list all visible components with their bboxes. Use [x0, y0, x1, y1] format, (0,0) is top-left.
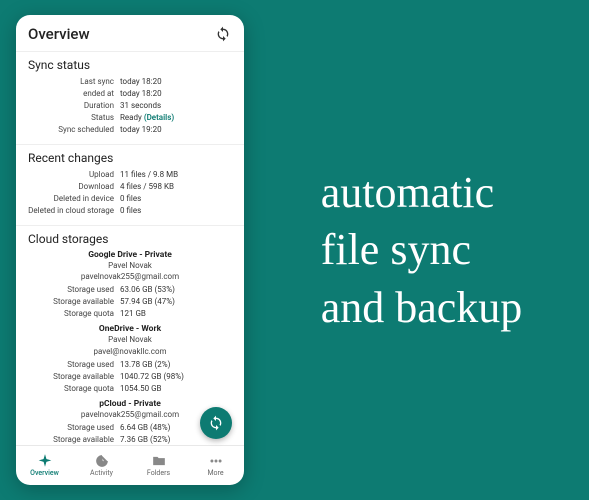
value-deleted-device: 0 files — [120, 193, 232, 205]
value-last-sync: today 18:20 — [120, 76, 232, 88]
bottom-nav: Overview Activity Folders More — [16, 445, 244, 485]
details-link[interactable]: (Details) — [144, 113, 174, 122]
label-deleted-device: Deleted in device — [28, 193, 120, 205]
value-storage-used: 63.06 GB (53%) — [120, 284, 232, 296]
row-upload: Upload 11 files / 9.8 MB — [28, 169, 232, 181]
nav-folders-label: Folders — [147, 469, 170, 477]
page-title: Overview — [28, 25, 90, 43]
label-storage-quota: Storage quota — [28, 308, 120, 320]
label-storage-quota: Storage quota — [28, 383, 120, 395]
section-title-sync-status: Sync status — [28, 58, 232, 72]
cloud-account-email: pavel@novakllc.com — [28, 346, 232, 357]
section-recent-changes: Recent changes Upload 11 files / 9.8 MB … — [16, 145, 244, 226]
section-title-recent-changes: Recent changes — [28, 151, 232, 165]
marketing-line-2: file sync — [321, 221, 523, 278]
marketing-line-1: automatic — [321, 164, 523, 221]
row-download: Download 4 files / 598 KB — [28, 181, 232, 193]
row-storage-available: Storage available7.36 GB (52%) — [28, 434, 232, 445]
cloud-account-email: pavelnovak255@gmail.com — [28, 271, 232, 282]
row-storage-available: Storage available1040.72 GB (98%) — [28, 371, 232, 383]
row-ended-at: ended at today 18:20 — [28, 88, 232, 100]
cloud-account-user: Pavel Novak — [28, 260, 232, 271]
marketing-panel: automatic file sync and backup — [244, 164, 589, 336]
row-last-sync: Last sync today 18:20 — [28, 76, 232, 88]
row-storage-quota: Storage quota1054.50 GB — [28, 383, 232, 395]
content-scroll[interactable]: Sync status Last sync today 18:20 ended … — [16, 52, 244, 445]
value-storage-available: 57.94 GB (47%) — [120, 296, 232, 308]
label-download: Download — [28, 181, 120, 193]
label-last-sync: Last sync — [28, 76, 120, 88]
value-deleted-cloud: 0 files — [120, 205, 232, 217]
label-status: Status — [28, 112, 120, 124]
marketing-text: automatic file sync and backup — [321, 164, 523, 336]
value-storage-available: 1040.72 GB (98%) — [120, 371, 232, 383]
section-sync-status: Sync status Last sync today 18:20 ended … — [16, 52, 244, 145]
label-storage-available: Storage available — [28, 296, 120, 308]
value-storage-quota: 1054.50 GB — [120, 383, 232, 395]
folder-icon — [152, 454, 166, 468]
nav-activity[interactable]: Activity — [73, 446, 130, 485]
label-storage-available: Storage available — [28, 371, 120, 383]
row-storage-used: Storage used63.06 GB (53%) — [28, 284, 232, 296]
fab-sync-button[interactable] — [200, 407, 232, 439]
row-duration: Duration 31 seconds — [28, 100, 232, 112]
row-storage-available: Storage available57.94 GB (47%) — [28, 296, 232, 308]
value-ended-at: today 18:20 — [120, 88, 232, 100]
label-scheduled: Sync scheduled — [28, 124, 120, 136]
more-icon — [209, 454, 223, 468]
cloud-account-name: Google Drive - Private — [28, 250, 232, 260]
phone-frame: Overview Sync status Last sync today 18:… — [16, 15, 244, 485]
nav-overview[interactable]: Overview — [16, 446, 73, 485]
nav-folders[interactable]: Folders — [130, 446, 187, 485]
value-duration: 31 seconds — [120, 100, 232, 112]
label-storage-used: Storage used — [28, 284, 120, 296]
value-scheduled: today 19:20 — [120, 124, 232, 136]
status-text: Ready — [120, 113, 142, 122]
marketing-line-3: and backup — [321, 279, 523, 336]
label-storage-available: Storage available — [28, 434, 120, 445]
label-storage-used: Storage used — [28, 422, 120, 434]
value-storage-used: 13.78 GB (2%) — [120, 359, 232, 371]
cloud-account[interactable]: Google Drive - PrivatePavel Novakpavelno… — [28, 250, 232, 320]
label-upload: Upload — [28, 169, 120, 181]
row-status: Status Ready (Details) — [28, 112, 232, 124]
label-storage-used: Storage used — [28, 359, 120, 371]
row-storage-used: Storage used13.78 GB (2%) — [28, 359, 232, 371]
value-storage-quota: 121 GB — [120, 308, 232, 320]
cloud-account-name: pCloud - Private — [28, 399, 232, 409]
cloud-account-name: OneDrive - Work — [28, 324, 232, 334]
nav-more[interactable]: More — [187, 446, 244, 485]
sync-icon — [215, 26, 231, 42]
nav-activity-label: Activity — [90, 469, 113, 477]
row-deleted-cloud: Deleted in cloud storage 0 files — [28, 205, 232, 217]
value-upload: 11 files / 9.8 MB — [120, 169, 232, 181]
cloud-account[interactable]: OneDrive - WorkPavel Novakpavel@novakllc… — [28, 324, 232, 394]
row-deleted-device: Deleted in device 0 files — [28, 193, 232, 205]
value-status: Ready (Details) — [120, 112, 232, 124]
label-duration: Duration — [28, 100, 120, 112]
row-scheduled: Sync scheduled today 19:20 — [28, 124, 232, 136]
label-deleted-cloud: Deleted in cloud storage — [28, 205, 120, 217]
row-storage-quota: Storage quota121 GB — [28, 308, 232, 320]
sync-icon — [208, 415, 224, 431]
app-header: Overview — [16, 15, 244, 52]
label-ended-at: ended at — [28, 88, 120, 100]
history-icon — [95, 454, 109, 468]
cloud-account-user: Pavel Novak — [28, 334, 232, 345]
section-title-cloud-storages: Cloud storages — [28, 232, 232, 246]
nav-overview-label: Overview — [30, 469, 59, 477]
nav-more-label: More — [207, 469, 223, 477]
value-download: 4 files / 598 KB — [120, 181, 232, 193]
sparkle-icon — [38, 454, 52, 468]
sync-button[interactable] — [214, 25, 232, 43]
